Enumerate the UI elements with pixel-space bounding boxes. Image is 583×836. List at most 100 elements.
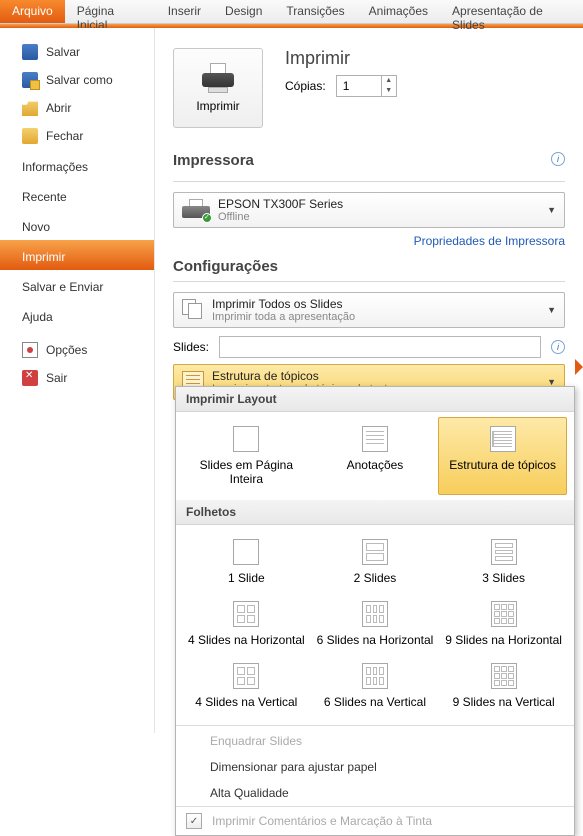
ribbon-tabs: Arquivo Página Inicial Inserir Design Tr… [0,0,583,24]
handout-3-icon [491,539,517,565]
sidebar-informacoes[interactable]: Informações [0,150,154,180]
tab-animacoes[interactable]: Animações [357,0,440,23]
flyout-heading-layout: Imprimir Layout [176,387,574,412]
checkbox-icon[interactable]: ✓ [186,813,202,829]
spinner-down-icon[interactable]: ▼ [382,86,396,96]
tab-transicoes[interactable]: Transições [274,0,356,23]
handout-9h-icon [491,601,517,627]
handout-1[interactable]: 1 Slide [182,531,311,593]
handout-9h[interactable]: 9 Slides na Horizontal [439,593,568,655]
print-layout-title: Estrutura de tópicos [212,369,539,383]
save-as-icon [22,72,38,88]
sidebar-label: Sair [46,371,67,385]
opt-label: 6 Slides na Horizontal [317,633,434,647]
tab-apresentacao[interactable]: Apresentação de Slides [440,0,583,23]
sidebar-imprimir[interactable]: Imprimir [0,240,154,270]
opt-label: 9 Slides na Vertical [453,695,555,709]
chevron-down-icon: ▼ [547,205,556,215]
scale-to-fit-option[interactable]: Dimensionar para ajustar papel [176,754,574,780]
sidebar-salvar[interactable]: Salvar [0,38,154,66]
chevron-down-icon: ▼ [547,305,556,315]
handout-9v[interactable]: 9 Slides na Vertical [439,655,568,717]
high-quality-option[interactable]: Alta Qualidade [176,780,574,806]
print-layout-flyout: Imprimir Layout Slides em Página Inteira… [175,386,575,836]
sidebar-ajuda[interactable]: Ajuda [0,300,154,330]
info-icon[interactable]: i [551,340,565,354]
opt-label: 1 Slide [228,571,265,585]
copies-spinner[interactable]: ▲▼ [336,75,397,97]
opt-label: Slides em Página Inteira [186,458,307,486]
sidebar-label: Abrir [46,101,71,115]
sidebar-label: Salvar como [46,73,113,87]
settings-heading: Configurações [173,258,565,275]
handout-4v-icon [233,663,259,689]
printer-icon [200,63,236,93]
save-icon [22,44,38,60]
slides-range-label: Slides: [173,340,209,354]
handout-4h[interactable]: 4 Slides na Horizontal [182,593,311,655]
divider [173,281,565,282]
print-button-label: Imprimir [196,99,239,113]
sidebar-salvar-como[interactable]: Salvar como [0,66,154,94]
print-heading: Imprimir [285,48,397,69]
tab-pagina-inicial[interactable]: Página Inicial [65,0,156,23]
handout-6v[interactable]: 6 Slides na Vertical [311,655,440,717]
printer-dropdown[interactable]: EPSON TX300F Series Offline ▼ [173,192,565,228]
copies-input[interactable] [337,77,381,95]
print-what-sub: Imprimir toda a apresentação [212,311,539,323]
copies-label: Cópias: [285,79,326,93]
open-icon [22,100,38,116]
handout-3[interactable]: 3 Slides [439,531,568,593]
options-icon [22,342,38,358]
slides-range-input[interactable] [219,336,541,358]
print-what-title: Imprimir Todos os Slides [212,297,539,311]
full-slide-thumb-icon [233,426,259,452]
print-comments-label: Imprimir Comentários e Marcação à Tinta [212,814,432,828]
sidebar-recente[interactable]: Recente [0,180,154,210]
sidebar-abrir[interactable]: Abrir [0,94,154,122]
print-button[interactable]: Imprimir [173,48,263,128]
printer-status-icon [182,199,210,221]
opt-label: Anotações [347,458,404,472]
opt-label: 4 Slides na Horizontal [188,633,305,647]
handout-6v-icon [362,663,388,689]
layout-full-slides[interactable]: Slides em Página Inteira [182,418,311,494]
info-icon[interactable]: i [551,152,565,166]
printer-properties-link[interactable]: Propriedades de Impressora [173,234,565,248]
handout-4v[interactable]: 4 Slides na Vertical [182,655,311,717]
opt-label: 9 Slides na Horizontal [445,633,562,647]
handout-9v-icon [491,663,517,689]
sidebar-sair[interactable]: Sair [0,364,154,392]
tab-design[interactable]: Design [213,0,274,23]
opt-label: 6 Slides na Vertical [324,695,426,709]
outline-thumb-icon [490,426,516,452]
handout-6h-icon [362,601,388,627]
backstage-sidebar: Salvar Salvar como Abrir Fechar Informaç… [0,28,155,733]
frame-slides-option: Enquadrar Slides [176,728,574,754]
opt-label: 2 Slides [354,571,397,585]
handout-2[interactable]: 2 Slides [311,531,440,593]
print-comments-row[interactable]: ✓ Imprimir Comentários e Marcação à Tint… [176,806,574,835]
flyout-heading-handouts: Folhetos [176,500,574,525]
printer-heading: Impressora [173,152,254,169]
sidebar-label: Salvar [46,45,80,59]
handout-6h[interactable]: 6 Slides na Horizontal [311,593,440,655]
sidebar-label: Opções [46,343,87,357]
print-what-dropdown[interactable]: Imprimir Todos os Slides Imprimir toda a… [173,292,565,328]
sidebar-novo[interactable]: Novo [0,210,154,240]
layout-notes[interactable]: Anotações [311,418,440,494]
divider [176,725,574,726]
handout-1-icon [233,539,259,565]
tab-arquivo[interactable]: Arquivo [0,0,65,23]
layout-outline[interactable]: Estrutura de tópicos [438,417,567,495]
handout-2-icon [362,539,388,565]
sidebar-fechar[interactable]: Fechar [0,122,154,150]
sidebar-salvar-enviar[interactable]: Salvar e Enviar [0,270,154,300]
sidebar-opcoes[interactable]: Opções [0,336,154,364]
opt-label: 4 Slides na Vertical [195,695,297,709]
notes-thumb-icon [362,426,388,452]
printer-status: Offline [218,211,539,223]
tab-inserir[interactable]: Inserir [156,0,213,23]
handout-4h-icon [233,601,259,627]
spinner-up-icon[interactable]: ▲ [382,76,396,86]
